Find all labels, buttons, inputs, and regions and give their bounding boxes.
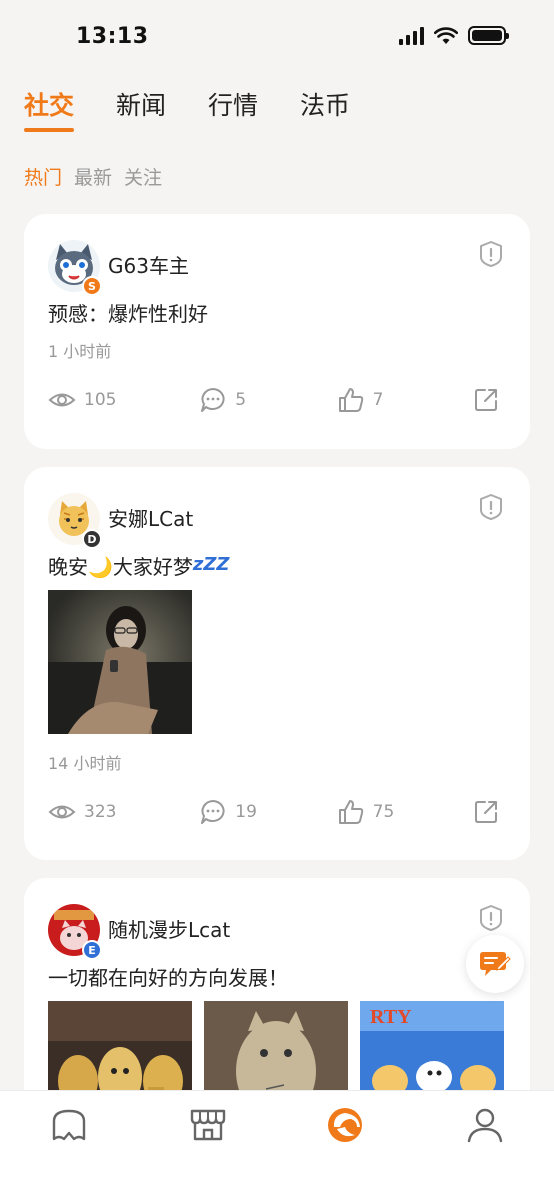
post-text: 一切都在向好的方向发展！ <box>48 966 288 990</box>
level-badge: E <box>82 940 102 960</box>
post-time: 1 小时前 <box>48 342 112 361</box>
post-card[interactable]: D 安娜LCat 晚安🌙大家好梦zZZ 14 小时前 323 19 75 <box>24 467 530 860</box>
tab-social[interactable]: 社交 <box>24 86 75 132</box>
comment-button[interactable]: 5 <box>199 386 336 414</box>
report-icon[interactable] <box>478 240 504 268</box>
social-icon[interactable] <box>325 1105 365 1145</box>
signal-icon <box>399 26 424 45</box>
market-icon[interactable] <box>188 1105 228 1145</box>
post-time: 14 小时前 <box>48 754 122 773</box>
status-icons <box>399 26 509 45</box>
username[interactable]: 随机漫步Lcat <box>108 914 230 943</box>
wifi-icon <box>434 26 458 44</box>
avatar[interactable]: S <box>48 240 102 296</box>
level-badge: S <box>82 276 102 296</box>
tab-market[interactable]: 行情 <box>208 86 258 132</box>
home-icon[interactable] <box>49 1105 89 1145</box>
post-image[interactable] <box>48 590 192 734</box>
subtab-latest[interactable]: 最新 <box>74 163 112 190</box>
post-text-content: 晚安🌙大家好梦 <box>48 555 193 579</box>
like-count: 7 <box>372 390 384 410</box>
comment-icon <box>201 388 225 412</box>
report-icon[interactable] <box>478 904 504 932</box>
profile-icon[interactable] <box>465 1105 505 1145</box>
like-button[interactable]: 7 <box>337 386 472 414</box>
view-count-value: 105 <box>84 390 117 410</box>
post-actions: 323 19 75 <box>48 798 500 826</box>
thumbs-up-icon <box>338 388 363 412</box>
compose-icon <box>480 952 511 976</box>
compose-button[interactable] <box>466 935 524 993</box>
view-count-value: 323 <box>84 802 117 822</box>
post-actions: 105 5 7 <box>48 386 500 414</box>
avatar[interactable]: D <box>48 493 102 549</box>
comment-count: 19 <box>235 802 257 822</box>
level-badge: D <box>82 529 102 549</box>
eye-icon <box>48 805 76 819</box>
eye-icon <box>48 393 76 407</box>
share-button[interactable] <box>472 798 500 826</box>
like-button[interactable]: 75 <box>337 798 472 826</box>
avatar[interactable]: E <box>48 904 102 960</box>
sleep-zzz: zZZ <box>192 554 230 575</box>
share-icon <box>475 801 497 823</box>
subtab-hot[interactable]: 热门 <box>24 163 62 190</box>
report-icon[interactable] <box>478 493 504 521</box>
comment-button[interactable]: 19 <box>199 798 336 826</box>
username[interactable]: G63车主 <box>108 250 189 279</box>
thumbs-up-icon <box>338 800 363 824</box>
share-icon <box>475 389 497 411</box>
post-card[interactable]: E 随机漫步Lcat 一切都在向好的方向发展！ RTY <box>24 878 530 1118</box>
post-text: 晚安🌙大家好梦zZZ <box>48 551 230 580</box>
view-count: 323 <box>48 798 199 826</box>
username[interactable]: 安娜LCat <box>108 503 193 532</box>
sub-tabs: 热门 最新 关注 <box>24 163 162 190</box>
status-bar: 13:13 <box>0 0 554 70</box>
share-button[interactable] <box>472 386 500 414</box>
tab-fiat[interactable]: 法币 <box>300 86 350 132</box>
like-count: 75 <box>372 802 395 822</box>
status-time: 13:13 <box>76 24 149 49</box>
tab-news[interactable]: 新闻 <box>116 86 166 132</box>
view-count: 105 <box>48 386 199 414</box>
image-banner-text: RTY <box>370 1006 412 1028</box>
bottom-nav <box>0 1090 554 1200</box>
battery-icon <box>468 26 509 45</box>
subtab-following[interactable]: 关注 <box>124 163 162 190</box>
post-text: 预感：爆炸性利好 <box>48 302 208 326</box>
post-card[interactable]: S G63车主 预感：爆炸性利好 1 小时前 105 5 7 <box>24 214 530 449</box>
comment-count: 5 <box>235 390 247 410</box>
top-tabs: 社交 新闻 行情 法币 <box>24 86 350 132</box>
comment-icon <box>201 800 225 824</box>
